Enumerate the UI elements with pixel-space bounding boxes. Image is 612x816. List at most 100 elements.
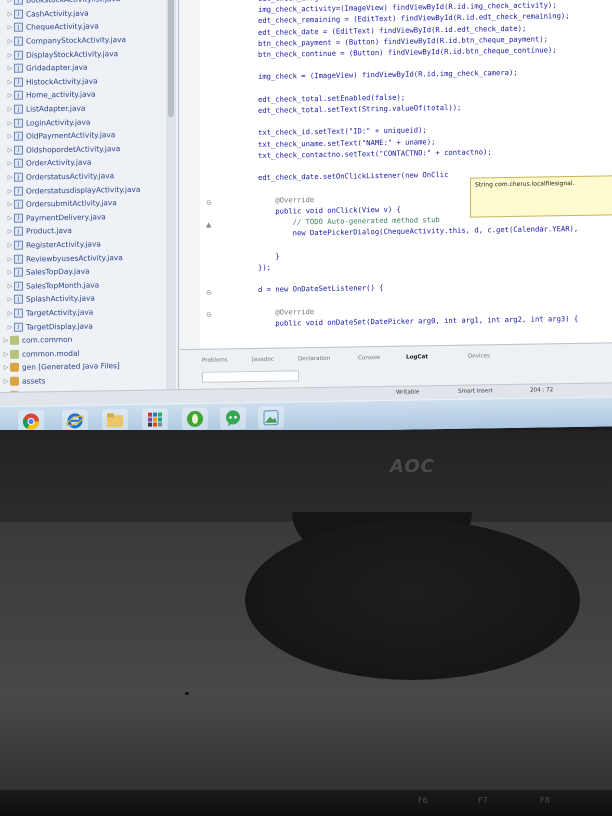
paint-taskbar-button[interactable] (258, 406, 284, 429)
project-tree: ▷JBookstockActivitylist.java▷JCashActivi… (0, 0, 178, 398)
expand-arrow-icon[interactable]: ▷ (2, 364, 10, 371)
fold-marker-icon[interactable]: ⊖ (206, 199, 212, 207)
apps-taskbar-button[interactable] (142, 408, 168, 431)
java-file-icon: J (14, 0, 23, 6)
java-file-icon: J (14, 199, 23, 209)
expand-arrow-icon[interactable]: ▷ (6, 310, 14, 317)
tree-item-label: OldshopordetActivity.java (26, 143, 121, 155)
expand-arrow-icon[interactable]: ▷ (6, 201, 14, 208)
tree-item-label: Product.java (26, 226, 72, 236)
code-line: }); (258, 262, 271, 272)
expand-arrow-icon[interactable]: ▷ (6, 187, 14, 194)
chat-taskbar-button[interactable] (220, 407, 246, 430)
code-line: txt_check_contactno.setText("CONTACTNO:"… (258, 147, 492, 160)
status-insert-mode: Smart Insert (458, 388, 493, 395)
fold-marker-icon[interactable]: ⊖ (206, 311, 212, 319)
expand-arrow-icon[interactable]: ▷ (6, 0, 14, 4)
explorer-taskbar-button[interactable] (102, 408, 128, 432)
image-editor-icon (263, 410, 279, 426)
keyboard-key-f7: F7 (478, 796, 488, 805)
expand-arrow-icon[interactable]: ▷ (6, 106, 14, 113)
java-file-icon: J (14, 91, 23, 101)
code-line: edt_check_date.setOnClickListener(new On… (258, 170, 449, 183)
java-file-icon: J (14, 213, 23, 223)
tree-item-label: OrdersubmitActivity.java (26, 198, 117, 209)
java-file-icon: J (14, 281, 23, 291)
tree-item-label: gen [Generated Java Files] (22, 361, 120, 372)
expand-arrow-icon[interactable]: ▷ (6, 160, 14, 167)
code-line: new DatePickerDialog(ChequeActivity.this… (258, 224, 579, 239)
expand-arrow-icon[interactable]: ▷ (6, 242, 14, 249)
tab-console[interactable]: Console (358, 355, 380, 361)
tree-item-label: SalesTopDay.java (26, 266, 90, 277)
expand-arrow-icon[interactable]: ▷ (6, 24, 14, 31)
tree-item-label: TargetActivity.java (26, 307, 94, 318)
java-file-icon: J (14, 23, 23, 33)
tab-problems[interactable]: Problems (202, 357, 228, 363)
java-file-icon: J (14, 227, 23, 237)
code-editor[interactable]: edt_check_image = (EditText) findViewByI… (180, 0, 612, 350)
expand-arrow-icon[interactable]: ▷ (6, 51, 14, 58)
monitor-stand-base (245, 520, 580, 680)
tree-item-label: BookstockActivitylist.java (26, 0, 120, 5)
java-file-icon: J (14, 145, 23, 155)
tab-declaration[interactable]: Declaration (298, 356, 330, 363)
java-file-icon: J (14, 159, 23, 169)
java-file-icon: J (14, 131, 23, 142)
expand-arrow-icon[interactable]: ▷ (6, 147, 14, 154)
tree-item-label: ListAdapter.java (26, 103, 86, 114)
expand-arrow-icon[interactable]: ▷ (6, 119, 14, 126)
desk-speck (185, 692, 189, 695)
fold-marker-icon[interactable]: ⊖ (206, 289, 212, 297)
explorer-scrollbar[interactable] (166, 0, 176, 396)
expand-arrow-icon[interactable]: ▷ (6, 11, 14, 18)
expand-arrow-icon[interactable]: ▷ (6, 323, 14, 330)
status-writable: Writable (396, 389, 420, 396)
tab-logcat[interactable]: LogCat (406, 354, 428, 360)
tree-item-label: HistockActivity.java (26, 76, 98, 87)
expand-arrow-icon[interactable]: ▷ (6, 283, 14, 290)
expand-arrow-icon[interactable]: ▷ (6, 228, 14, 235)
tree-item-label: RegisterActivity.java (26, 239, 101, 250)
tab-javadoc[interactable]: Javadoc (252, 357, 274, 363)
code-line: edt_check_total.setText(String.valueOf(t… (258, 102, 462, 115)
tree-item-label: OrderstatusdisplayActivity.java (26, 184, 141, 196)
scrollbar-thumb[interactable] (168, 0, 174, 118)
java-file-icon: J (14, 172, 23, 182)
expand-arrow-icon[interactable]: ▷ (6, 133, 14, 140)
chat-bubble-icon (226, 410, 240, 427)
tree-item-label: Gridadapter.java (26, 62, 88, 73)
expand-arrow-icon[interactable]: ▷ (6, 255, 14, 262)
logcat-filter-input[interactable] (202, 370, 299, 383)
expand-arrow-icon[interactable]: ▷ (2, 378, 10, 385)
expand-arrow-icon[interactable]: ▷ (6, 38, 14, 45)
hover-tooltip: String com.cherus.localfilesignal. (470, 175, 612, 218)
expand-arrow-icon[interactable]: ▷ (2, 351, 10, 358)
tree-item-label: com.common (22, 335, 73, 345)
java-file-icon: J (14, 240, 23, 250)
java-file-icon: J (14, 118, 23, 128)
expand-arrow-icon[interactable]: ▷ (6, 79, 14, 86)
code-line: public void onClick(View v) { (258, 204, 401, 216)
tree-item-label: ReviewbyusesActivity.java (26, 252, 123, 264)
tree-item-label: SalesTopMonth.java (26, 280, 100, 291)
expand-arrow-icon[interactable]: ▷ (6, 296, 14, 303)
java-file-icon: J (14, 36, 23, 46)
tree-item-label: OrderActivity.java (26, 157, 92, 169)
expand-arrow-icon[interactable]: ▷ (6, 92, 14, 99)
package-icon (10, 349, 19, 359)
ie-taskbar-button[interactable] (62, 409, 88, 433)
chrome-icon (22, 413, 40, 430)
expand-arrow-icon[interactable]: ▷ (2, 337, 10, 344)
expand-arrow-icon[interactable]: ▷ (6, 65, 14, 72)
eclipse-taskbar-button[interactable] (182, 407, 208, 431)
expand-arrow-icon[interactable]: ▷ (6, 174, 14, 181)
status-cursor-position: 204 : 72 (530, 387, 554, 394)
code-line: @Override (258, 194, 315, 205)
expand-arrow-icon[interactable]: ▷ (6, 269, 14, 276)
tab-devices[interactable]: Devices (468, 353, 490, 359)
expand-arrow-icon[interactable]: ▷ (6, 215, 14, 222)
app-green-icon (187, 410, 203, 427)
code-line: img_check = (ImageView) findViewById(R.i… (258, 68, 518, 82)
code-line: txt_check_id.setText("ID:" + uniqueid); (258, 125, 427, 138)
